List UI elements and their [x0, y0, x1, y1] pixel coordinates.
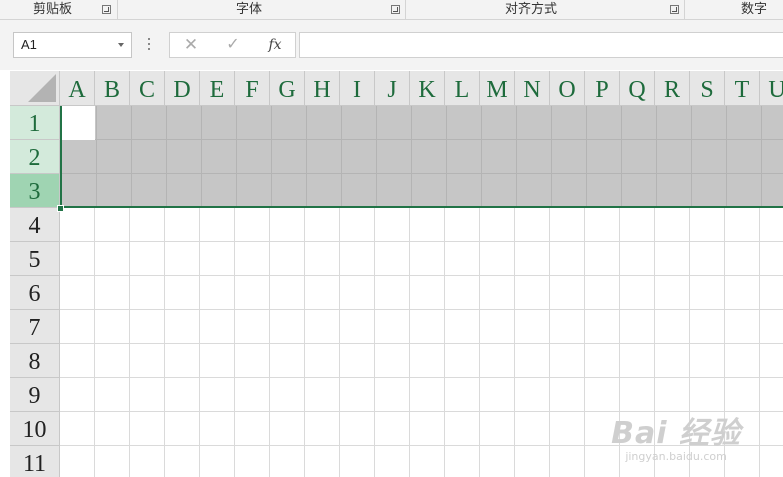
watermark-logo: Bai 经验 — [611, 416, 741, 451]
ribbon-group-strip: 剪贴板 字体 对齐方式 数字 — [0, 0, 783, 20]
column-header-c[interactable]: C — [130, 71, 165, 106]
column-header-b[interactable]: B — [95, 71, 130, 106]
row-header-1[interactable]: 1 — [10, 106, 60, 140]
chevron-down-icon[interactable] — [118, 43, 124, 47]
formula-input[interactable] — [299, 32, 783, 58]
formula-buttons: ✕ ✓ fx — [169, 32, 296, 58]
ribbon-group-label: 数字 — [741, 2, 768, 17]
column-header-g[interactable]: G — [270, 71, 305, 106]
enter-icon[interactable]: ✓ — [218, 33, 248, 57]
column-header-e[interactable]: E — [200, 71, 235, 106]
column-header-p[interactable]: P — [585, 71, 620, 106]
dialog-launcher-icon[interactable] — [391, 5, 400, 14]
ribbon-group-label: 剪贴板 — [33, 2, 73, 17]
insert-function-icon[interactable]: fx — [260, 33, 290, 57]
column-header-j[interactable]: J — [375, 71, 410, 106]
ribbon-group-font: 字体 — [118, 0, 406, 19]
column-header-l[interactable]: L — [445, 71, 480, 106]
row-header-4[interactable]: 4 — [10, 208, 60, 242]
column-header-s[interactable]: S — [690, 71, 725, 106]
select-all-triangle-icon — [28, 74, 56, 102]
row-header-8[interactable]: 8 — [10, 344, 60, 378]
selection-range — [60, 106, 783, 208]
column-header-q[interactable]: Q — [620, 71, 655, 106]
select-all-button[interactable] — [10, 71, 60, 106]
formula-bar: A1 ✕ ✓ fx — [0, 20, 783, 70]
dialog-launcher-icon[interactable] — [670, 5, 679, 14]
ribbon-group-number: 数字 — [685, 0, 783, 19]
column-header-r[interactable]: R — [655, 71, 690, 106]
row-header-5[interactable]: 5 — [10, 242, 60, 276]
row-header-7[interactable]: 7 — [10, 310, 60, 344]
column-header-t[interactable]: T — [725, 71, 760, 106]
watermark: Bai 经验 jingyan.baidu.com — [611, 408, 741, 463]
dialog-launcher-icon[interactable] — [102, 5, 111, 14]
ribbon-group-alignment: 对齐方式 — [406, 0, 685, 19]
column-header-m[interactable]: M — [480, 71, 515, 106]
column-header-h[interactable]: H — [305, 71, 340, 106]
column-header-o[interactable]: O — [550, 71, 585, 106]
row-header-10[interactable]: 10 — [10, 412, 60, 446]
active-cell[interactable] — [60, 106, 95, 140]
row-header-9[interactable]: 9 — [10, 378, 60, 412]
column-header-a[interactable]: A — [60, 71, 95, 106]
drag-handle-icon[interactable] — [148, 38, 151, 52]
name-box-value: A1 — [21, 37, 37, 52]
cancel-icon[interactable]: ✕ — [176, 33, 206, 57]
row-header-6[interactable]: 6 — [10, 276, 60, 310]
column-header-d[interactable]: D — [165, 71, 200, 106]
column-header-i[interactable]: I — [340, 71, 375, 106]
row-header-2[interactable]: 2 — [10, 140, 60, 174]
column-header-n[interactable]: N — [515, 71, 550, 106]
name-box[interactable]: A1 — [13, 32, 132, 58]
column-header-u[interactable]: U — [760, 71, 783, 106]
column-header-k[interactable]: K — [410, 71, 445, 106]
ribbon-group-clipboard: 剪贴板 — [0, 0, 118, 19]
row-header-11[interactable]: 11 — [10, 446, 60, 477]
ribbon-group-label: 对齐方式 — [505, 2, 558, 17]
fill-handle[interactable] — [57, 205, 64, 212]
row-header-3[interactable]: 3 — [10, 174, 60, 208]
ribbon-group-label: 字体 — [236, 2, 263, 17]
column-header-f[interactable]: F — [235, 71, 270, 106]
watermark-url: jingyan.baidu.com — [625, 450, 727, 463]
